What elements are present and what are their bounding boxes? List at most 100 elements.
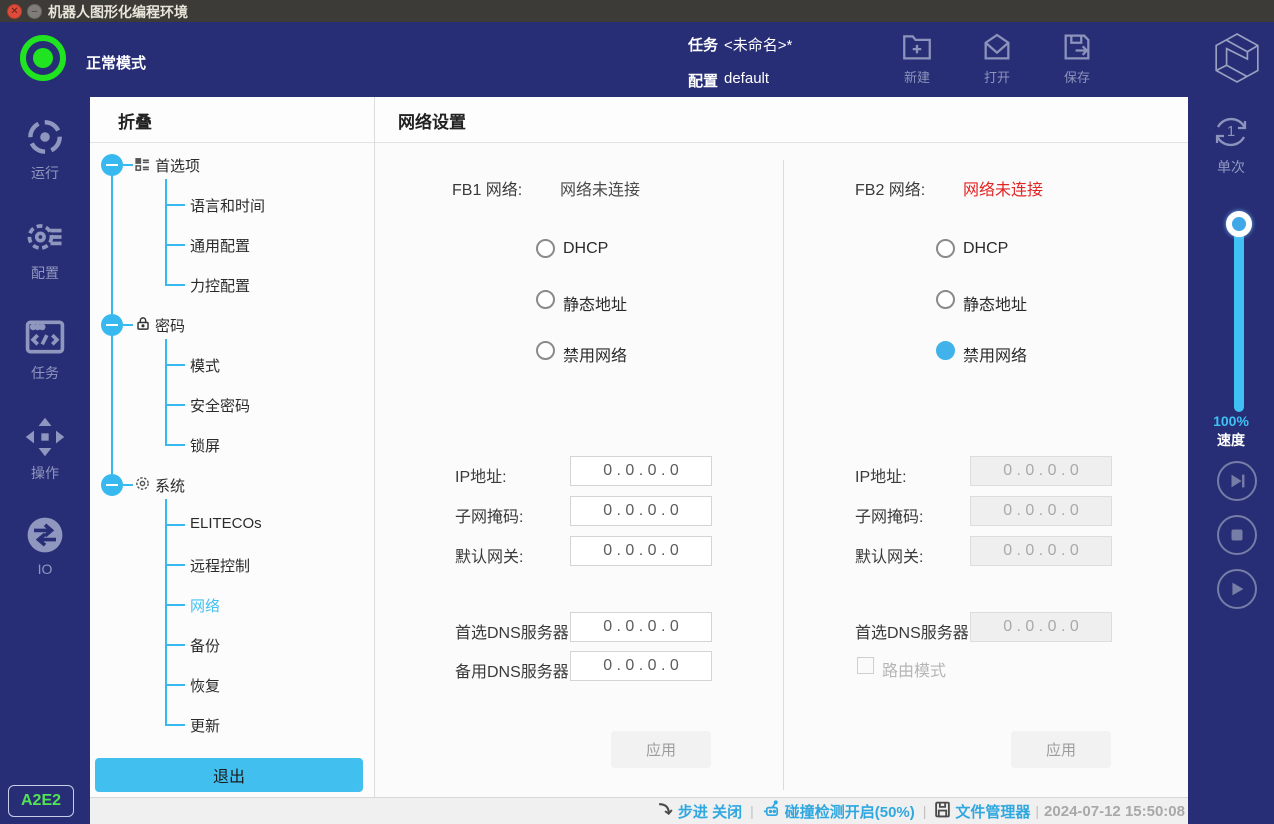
- cycle-once-icon: 1: [1188, 109, 1274, 155]
- tree-item-remote-control[interactable]: 远程控制: [190, 555, 250, 576]
- new-task-button[interactable]: 新建: [885, 30, 949, 86]
- tree-item-preferences[interactable]: 首选项: [155, 155, 200, 176]
- nav-item-run[interactable]: 运行: [0, 115, 90, 183]
- fb2-mask-label: 子网掩码:: [855, 503, 923, 527]
- save-task-button[interactable]: 保存: [1045, 30, 1109, 86]
- tree-connector-line: [123, 484, 133, 486]
- tree-item-system[interactable]: 系统: [155, 475, 185, 496]
- tree-collapse-toggle[interactable]: [101, 154, 123, 176]
- fb1-gateway-input[interactable]: [570, 536, 712, 566]
- tree-item-password[interactable]: 密码: [155, 315, 185, 336]
- tree-item-general-config[interactable]: 通用配置: [190, 235, 250, 256]
- fb1-static-radio[interactable]: [536, 290, 555, 309]
- tree-collapse-toggle[interactable]: [101, 314, 123, 336]
- fb2-dhcp-label[interactable]: DHCP: [963, 240, 1008, 258]
- cycle-count-value: 1: [1188, 123, 1274, 140]
- robot-icon: [762, 800, 785, 823]
- tree-item-elitecos[interactable]: ELITECOs: [190, 515, 262, 532]
- stop-button[interactable]: [1217, 515, 1257, 555]
- task-value: <未命名>*: [724, 34, 792, 55]
- nav-item-task[interactable]: 任务: [0, 315, 90, 383]
- tree-item-backup[interactable]: 备份: [190, 635, 220, 656]
- fb1-dns2-input[interactable]: [570, 651, 712, 681]
- fb2-dns1-label: 首选DNS服务器:: [855, 619, 973, 643]
- file-manager-label: 文件管理器: [955, 801, 1030, 822]
- exit-button[interactable]: 退出: [95, 758, 363, 792]
- nav-label-task: 任务: [0, 363, 90, 383]
- app-window: ✕ – 机器人图形化编程环境 正常模式 任务 <未命名>* 配置 default…: [0, 0, 1274, 824]
- run-cycle-button[interactable]: 1 单次: [1188, 109, 1274, 177]
- tree-item-restore[interactable]: 恢复: [190, 675, 220, 696]
- speed-slider-track[interactable]: [1234, 224, 1244, 412]
- play-icon: [1219, 578, 1255, 600]
- tree-item-force-config[interactable]: 力控配置: [190, 275, 250, 296]
- stop-icon: [1219, 524, 1255, 546]
- close-icon[interactable]: ✕: [7, 4, 22, 19]
- tree-connector-line: [165, 499, 167, 725]
- minimize-icon[interactable]: –: [27, 4, 42, 19]
- fb1-mask-input[interactable]: [570, 496, 712, 526]
- fb1-disable-radio[interactable]: [536, 341, 555, 360]
- fb1-dns1-label: 首选DNS服务器:: [455, 619, 573, 643]
- fb2-mask-input: [970, 496, 1112, 526]
- tree-item-network-selected[interactable]: 网络: [190, 595, 220, 616]
- tree-connector-line: [165, 339, 167, 445]
- fb2-static-label[interactable]: 静态地址: [963, 291, 1027, 315]
- tree-item-mode[interactable]: 模式: [190, 355, 220, 376]
- cycle-label: 单次: [1188, 157, 1274, 177]
- open-task-label: 打开: [965, 67, 1029, 86]
- nav-item-operate[interactable]: 操作: [0, 415, 90, 483]
- fb1-dhcp-label[interactable]: DHCP: [563, 240, 608, 258]
- fb1-static-label[interactable]: 静态地址: [563, 291, 627, 315]
- speed-label: 速度: [1188, 430, 1274, 450]
- fb1-apply-button[interactable]: 应用: [611, 731, 711, 768]
- fb2-static-radio[interactable]: [936, 290, 955, 309]
- step-mode-toggle[interactable]: 步进 关闭: [657, 801, 742, 822]
- separator: |: [750, 803, 754, 819]
- move-arrows-icon: [0, 415, 90, 459]
- fb2-apply-button[interactable]: 应用: [1011, 731, 1111, 768]
- tree-connector-line: [165, 724, 185, 726]
- nav-label-run: 运行: [0, 163, 90, 183]
- collision-detection-toggle[interactable]: 碰撞检测开启(50%): [762, 800, 915, 823]
- fb1-disable-label[interactable]: 禁用网络: [563, 342, 627, 366]
- play-button[interactable]: [1217, 569, 1257, 609]
- fb2-disable-label[interactable]: 禁用网络: [963, 342, 1027, 366]
- nav-item-io[interactable]: IO: [0, 513, 90, 577]
- file-manager-button[interactable]: 文件管理器: [934, 801, 1030, 822]
- fb1-ip-input[interactable]: [570, 456, 712, 486]
- tree-item-safety-password[interactable]: 安全密码: [190, 395, 250, 416]
- tree-item-lock-screen[interactable]: 锁屏: [190, 435, 220, 456]
- file-manager-icon: [934, 801, 955, 822]
- fb1-gateway-label: 默认网关:: [455, 543, 523, 567]
- fb2-router-mode-label: 路由模式: [882, 657, 946, 681]
- tree-connector-line: [165, 524, 185, 526]
- network-settings-panel: 网络设置 FB1 网络: 网络未连接 DHCP 静态地址 禁用网络 IP地址: …: [375, 97, 1188, 797]
- fb1-dns1-input[interactable]: [570, 612, 712, 642]
- nav-label-operate: 操作: [0, 463, 90, 483]
- collapse-all-button[interactable]: 折叠: [118, 108, 152, 133]
- nav-item-config[interactable]: 配置: [0, 215, 90, 283]
- robot-mode-indicator-icon[interactable]: [20, 35, 66, 81]
- open-task-button[interactable]: 打开: [965, 30, 1029, 86]
- fb1-network-label: FB1 网络:: [452, 176, 522, 200]
- separator: |: [923, 803, 927, 819]
- tree-connector-line: [123, 164, 133, 166]
- tree-item-language-time[interactable]: 语言和时间: [190, 195, 265, 216]
- collision-detection-label: 碰撞检测开启(50%): [785, 801, 915, 822]
- fb1-dns2-label: 备用DNS服务器:: [455, 658, 573, 682]
- tree-connector-line: [165, 179, 167, 285]
- step-forward-button[interactable]: [1217, 461, 1257, 501]
- fb2-ip-label: IP地址:: [855, 463, 907, 487]
- speed-slider-handle[interactable]: [1226, 211, 1252, 237]
- fb1-dhcp-radio[interactable]: [536, 239, 555, 258]
- gear-settings-icon: [0, 215, 90, 259]
- fb2-disable-radio[interactable]: [936, 341, 955, 360]
- fb1-mask-label: 子网掩码:: [455, 503, 523, 527]
- settings-tree-panel: 折叠 首选项 语言和时间 通用配置 力控配置: [90, 97, 375, 797]
- tree-panel-header: 折叠: [90, 97, 374, 143]
- tree-item-update[interactable]: 更新: [190, 715, 220, 736]
- fb2-dhcp-radio[interactable]: [936, 239, 955, 258]
- tree-connector-line: [165, 444, 185, 446]
- tree-collapse-toggle[interactable]: [101, 474, 123, 496]
